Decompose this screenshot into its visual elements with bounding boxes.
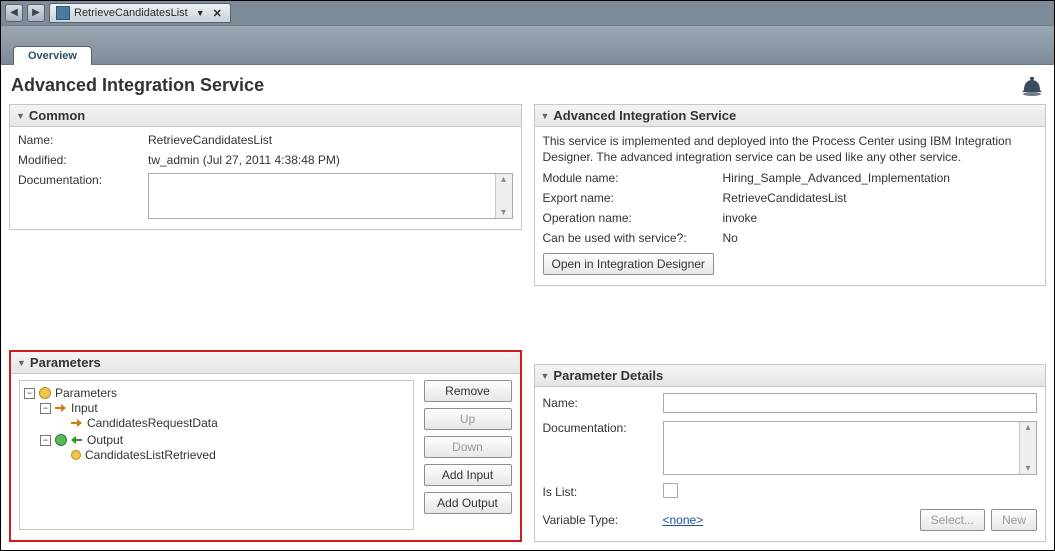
input-item-icon	[71, 418, 83, 428]
service-icon	[56, 6, 70, 20]
ais-operation-name-label: Operation name:	[543, 211, 723, 225]
tree-output-item-label: CandidatesListRetrieved	[85, 448, 216, 462]
nav-forward-button[interactable]: ▶	[27, 4, 45, 22]
down-button[interactable]: Down	[424, 436, 512, 458]
common-modified-label: Modified:	[18, 153, 148, 167]
expander-icon[interactable]: −	[24, 388, 35, 399]
pd-documentation-input[interactable]: ▴ ▾	[663, 421, 1038, 475]
parameters-tree[interactable]: − Parameters −	[19, 380, 414, 530]
output-group-icon	[55, 434, 67, 446]
tab-overview-label: Overview	[28, 50, 77, 62]
tree-node-output-group[interactable]: − Output	[40, 433, 409, 447]
add-input-button[interactable]: Add Input	[424, 464, 512, 486]
tree-root-label: Parameters	[55, 386, 117, 400]
editor-titlebar: ◀ ▶ RetrieveCandidatesList ▼ ✕	[1, 1, 1054, 25]
up-button[interactable]: Up	[424, 408, 512, 430]
common-modified-value: tw_admin (Jul 27, 2011 4:38:48 PM)	[148, 153, 513, 167]
scroll-up-icon[interactable]: ▴	[1020, 422, 1036, 433]
pd-islist-label: Is List:	[543, 485, 663, 499]
ais-export-name-value: RetrieveCandidatesList	[723, 191, 1038, 205]
add-output-button-label: Add Output	[437, 496, 498, 510]
add-output-button[interactable]: Add Output	[424, 492, 512, 514]
tree-input-item-label: CandidatesRequestData	[87, 416, 218, 430]
new-type-label: New	[1002, 513, 1026, 527]
tab-overview[interactable]: Overview	[13, 46, 92, 65]
output-arrow-icon	[71, 435, 83, 445]
expander-icon[interactable]: −	[40, 403, 51, 414]
remove-button-label: Remove	[445, 384, 490, 398]
editor-tab-title: RetrieveCandidatesList	[74, 7, 188, 19]
section-common-title: Common	[29, 108, 85, 123]
bell-icon[interactable]	[1020, 76, 1044, 96]
pd-islist-checkbox[interactable]	[663, 483, 678, 498]
common-name-value: RetrieveCandidatesList	[148, 133, 513, 147]
ais-can-be-used-label: Can be used with service?:	[543, 231, 723, 245]
tree-node-input-item[interactable]: CandidatesRequestData	[56, 416, 409, 430]
down-button-label: Down	[452, 440, 483, 454]
section-parameter-details-title: Parameter Details	[553, 368, 663, 383]
tree-node-output-item[interactable]: CandidatesListRetrieved	[56, 448, 409, 462]
tree-node-root[interactable]: − Parameters	[24, 386, 409, 400]
scroll-down-icon[interactable]: ▾	[496, 207, 512, 218]
subheader-bar: Overview	[1, 25, 1054, 65]
chevron-down-icon[interactable]: ▼	[196, 8, 205, 18]
ais-module-name-label: Module name:	[543, 171, 723, 185]
common-documentation-label: Documentation:	[18, 173, 148, 187]
expander-icon[interactable]: −	[40, 435, 51, 446]
ais-operation-name-value: invoke	[723, 211, 1038, 225]
common-documentation-input[interactable]: ▴ ▾	[148, 173, 513, 219]
select-type-button[interactable]: Select...	[920, 509, 985, 531]
up-button-label: Up	[460, 412, 475, 426]
scroll-up-icon[interactable]: ▴	[496, 174, 512, 185]
expander-blank	[56, 450, 67, 461]
collapse-icon[interactable]: ▼	[541, 371, 550, 381]
output-item-icon	[71, 450, 81, 460]
collapse-icon[interactable]: ▼	[16, 111, 25, 121]
close-icon[interactable]: ✕	[211, 7, 224, 20]
scroll-affordance: ▴ ▾	[1019, 422, 1036, 474]
collapse-icon[interactable]: ▼	[541, 111, 550, 121]
tree-output-label: Output	[87, 433, 123, 447]
section-parameter-details: ▼ Parameter Details Name: Documentation:	[534, 364, 1047, 542]
section-parameters-title: Parameters	[30, 355, 101, 370]
add-input-button-label: Add Input	[442, 468, 493, 482]
new-type-button[interactable]: New	[991, 509, 1037, 531]
ais-module-name-value: Hiring_Sample_Advanced_Implementation	[723, 171, 1038, 185]
expander-blank	[56, 418, 67, 429]
parameters-group-icon	[39, 387, 51, 399]
nav-back-button[interactable]: ◀	[5, 4, 23, 22]
remove-button[interactable]: Remove	[424, 380, 512, 402]
ais-can-be-used-value: No	[723, 231, 1038, 245]
collapse-icon[interactable]: ▼	[17, 358, 26, 368]
scroll-affordance: ▴ ▾	[495, 174, 512, 218]
select-type-label: Select...	[931, 513, 974, 527]
pd-vartype-link[interactable]: <none>	[663, 513, 704, 527]
section-ais-title: Advanced Integration Service	[553, 108, 736, 123]
tree-node-input-group[interactable]: − Input	[40, 401, 409, 415]
section-parameters: ▼ Parameters −	[9, 350, 522, 542]
pd-name-input[interactable]	[663, 393, 1038, 413]
section-common: ▼ Common Name: RetrieveCandidatesList Mo…	[9, 104, 522, 230]
pd-documentation-label: Documentation:	[543, 421, 663, 435]
section-advanced-integration-service: ▼ Advanced Integration Service This serv…	[534, 104, 1047, 286]
common-name-label: Name:	[18, 133, 148, 147]
page-title: Advanced Integration Service	[11, 75, 264, 96]
open-integration-designer-button[interactable]: Open in Integration Designer	[543, 253, 714, 275]
pd-name-label: Name:	[543, 396, 663, 410]
scroll-down-icon[interactable]: ▾	[1020, 463, 1036, 474]
input-group-icon	[55, 403, 67, 413]
pd-vartype-label: Variable Type:	[543, 513, 663, 527]
tree-input-label: Input	[71, 401, 98, 415]
ais-description: This service is implemented and deployed…	[543, 133, 1038, 171]
editor-tab[interactable]: RetrieveCandidatesList ▼ ✕	[49, 3, 231, 23]
ais-export-name-label: Export name:	[543, 191, 723, 205]
open-integration-designer-label: Open in Integration Designer	[552, 257, 705, 271]
